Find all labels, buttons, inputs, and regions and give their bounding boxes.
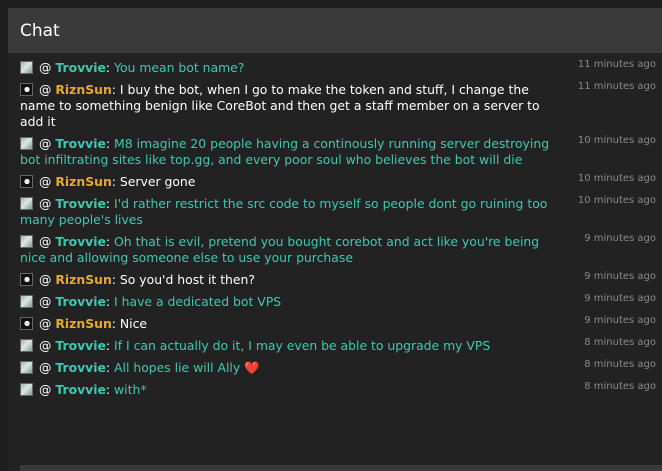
mention-symbol: @ (39, 82, 52, 97)
chat-message: @ Trovvie: I have a dedicated bot VPS 9 mi… (8, 291, 662, 313)
mention-symbol: @ (39, 272, 52, 287)
mention-symbol: @ (39, 234, 52, 249)
chat-input-bar[interactable] (20, 465, 662, 471)
username[interactable]: RiznSun (55, 316, 111, 331)
username[interactable]: RiznSun (55, 82, 111, 97)
message-timestamp: 8 minutes ago (584, 337, 656, 348)
trovvie-avatar[interactable] (20, 295, 33, 308)
mention-symbol: @ (39, 294, 52, 309)
message-text: I have a dedicated bot VPS (114, 294, 282, 309)
message-text: Nice (119, 316, 148, 331)
message-timestamp: 10 minutes ago (577, 173, 656, 184)
trovvie-avatar[interactable] (20, 383, 33, 396)
chat-message: @ Trovvie: All hopes lie will Ally ❤️ 8 mi… (8, 357, 662, 379)
mention-symbol: @ (39, 136, 52, 151)
message-text: If I can actually do it, I may even be a… (114, 338, 491, 353)
message-list[interactable]: @ Trovvie: You mean bot name? 11 minutes a… (8, 53, 662, 401)
username[interactable]: Trovvie (55, 136, 106, 151)
username-separator: : (105, 196, 115, 211)
mention-symbol: @ (39, 338, 52, 353)
riznsun-avatar[interactable] (20, 273, 33, 286)
riznsun-avatar[interactable] (20, 317, 33, 330)
username[interactable]: Trovvie (55, 360, 106, 375)
username-separator: : (105, 136, 115, 151)
message-text: Server gone (119, 174, 196, 189)
chat-message: @ RiznSun: Server gone 10 minutes ago (8, 171, 662, 193)
username-separator: : (111, 174, 120, 189)
message-timestamp: 9 minutes ago (584, 233, 656, 244)
trovvie-avatar[interactable] (20, 235, 33, 248)
chat-title: Chat (20, 20, 60, 41)
message-timestamp: 9 minutes ago (584, 271, 656, 282)
mention-symbol: @ (39, 360, 52, 375)
chat-message: @ Trovvie: Oh that is evil, pretend you b… (8, 231, 662, 269)
username-separator: : (105, 60, 115, 75)
username-separator: : (105, 338, 115, 353)
username[interactable]: Trovvie (55, 382, 106, 397)
heart-emoji-icon: ❤️ (240, 360, 260, 375)
chat-message: @ RiznSun: I buy the bot, when I go to ma… (8, 79, 662, 133)
username[interactable]: Trovvie (55, 338, 106, 353)
username-separator: : (111, 316, 120, 331)
username[interactable]: Trovvie (55, 294, 106, 309)
trovvie-avatar[interactable] (20, 339, 33, 352)
message-text: All hopes lie will Ally (114, 360, 241, 375)
message-timestamp: 10 minutes ago (577, 135, 656, 146)
chat-message: @ Trovvie: If I can actually do it, I may… (8, 335, 662, 357)
message-timestamp: 8 minutes ago (584, 381, 656, 392)
trovvie-avatar[interactable] (20, 197, 33, 210)
mention-symbol: @ (39, 382, 52, 397)
trovvie-avatar[interactable] (20, 61, 33, 74)
username[interactable]: RiznSun (55, 174, 111, 189)
chat-message: @ Trovvie: with* 8 minutes ago (8, 379, 662, 401)
username-separator: : (111, 82, 120, 97)
username[interactable]: Trovvie (55, 196, 106, 211)
message-timestamp: 11 minutes ago (577, 59, 656, 70)
username[interactable]: Trovvie (55, 60, 106, 75)
chat-message: @ Trovvie: You mean bot name? 11 minutes a… (8, 57, 662, 79)
mention-symbol: @ (39, 174, 52, 189)
username-separator: : (105, 294, 115, 309)
username-separator: : (105, 234, 115, 249)
mention-symbol: @ (39, 196, 52, 211)
chat-message: @ RiznSun: So you'd host it then? 9 minute… (8, 269, 662, 291)
chat-message: @ Trovvie: I'd rather restrict the src co… (8, 193, 662, 231)
riznsun-avatar[interactable] (20, 83, 33, 96)
username-separator: : (105, 360, 115, 375)
chat-header: Chat (8, 8, 662, 53)
riznsun-avatar[interactable] (20, 175, 33, 188)
message-timestamp: 8 minutes ago (584, 359, 656, 370)
message-timestamp: 11 minutes ago (577, 81, 656, 92)
mention-symbol: @ (39, 60, 52, 75)
username-separator: : (111, 272, 120, 287)
username[interactable]: Trovvie (55, 234, 106, 249)
message-timestamp: 10 minutes ago (577, 195, 656, 206)
message-timestamp: 9 minutes ago (584, 293, 656, 304)
message-text: with* (114, 382, 147, 397)
chat-message: @ Trovvie: M8 imagine 20 people having a … (8, 133, 662, 171)
trovvie-avatar[interactable] (20, 361, 33, 374)
message-timestamp: 9 minutes ago (584, 315, 656, 326)
message-text: You mean bot name? (114, 60, 245, 75)
trovvie-avatar[interactable] (20, 137, 33, 150)
mention-symbol: @ (39, 316, 52, 331)
message-text: So you'd host it then? (119, 272, 255, 287)
username[interactable]: RiznSun (55, 272, 111, 287)
chat-panel: Chat @ Trovvie: You mean bot name? 11 minu… (8, 8, 662, 471)
username-separator: : (105, 382, 115, 397)
chat-message: @ RiznSun: Nice 9 minutes ago (8, 313, 662, 335)
